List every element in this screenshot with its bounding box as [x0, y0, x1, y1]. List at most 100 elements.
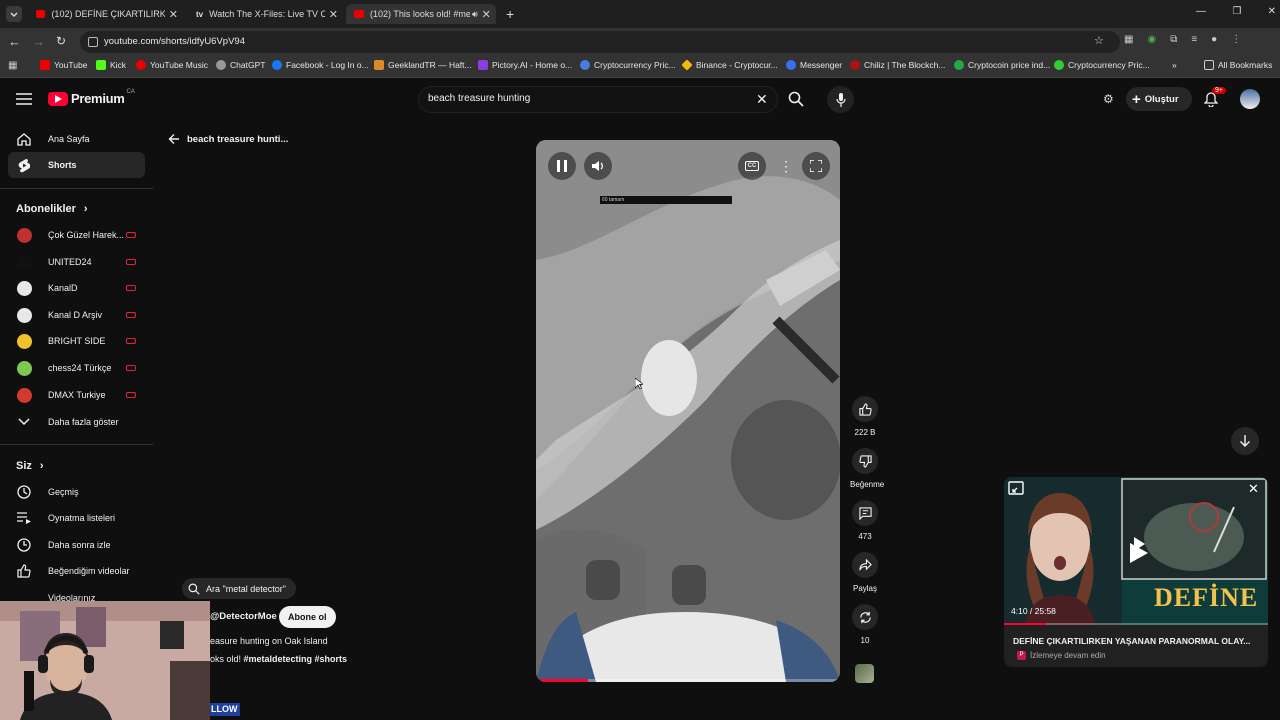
- youtube-logo[interactable]: Premium CA: [48, 89, 135, 106]
- like-button[interactable]: [852, 396, 878, 422]
- media-icon[interactable]: ≡: [1191, 34, 1197, 48]
- pause-icon: [557, 160, 567, 172]
- sidebar-item-playlists[interactable]: Oynatma listeleri: [8, 505, 145, 531]
- sidebar-item-watch-later[interactable]: Daha sonra izle: [8, 532, 145, 558]
- back-to-results-button[interactable]: beach treasure hunti...: [168, 133, 288, 145]
- tab-search-button[interactable]: [6, 6, 22, 22]
- voice-search-button[interactable]: [827, 86, 854, 113]
- extension-puzzle-icon[interactable]: ⚙︎: [1103, 92, 1114, 106]
- short-title-line-2: oks old! #metaldetecting #shorts: [210, 654, 347, 664]
- sidebar-item-home[interactable]: Ana Sayfa: [8, 126, 145, 152]
- extension-icon[interactable]: ▦: [1124, 34, 1133, 48]
- fullscreen-button[interactable]: [802, 152, 830, 180]
- browser-tab-1[interactable]: (102) DEFİNE ÇIKARTILIRKEN YA ✕: [28, 4, 178, 24]
- bookmark-pictory[interactable]: Pictory.AI - Home o...: [478, 60, 572, 70]
- bookmark-geekland[interactable]: GeeklandTR — Haft...: [374, 60, 472, 70]
- bookmark-messenger[interactable]: Messenger: [786, 60, 842, 70]
- show-more-button[interactable]: Daha fazla göster: [8, 409, 145, 435]
- notifications-button[interactable]: 9+: [1204, 87, 1226, 107]
- sidebar-subscription[interactable]: KanalD: [8, 275, 145, 301]
- comments-button[interactable]: [852, 500, 878, 526]
- more-options-button[interactable]: ⋮: [772, 152, 800, 180]
- bookmark-crypto-1[interactable]: Cryptocurrency Pric...: [580, 60, 676, 70]
- clear-search-icon[interactable]: ✕: [756, 91, 768, 108]
- hashtags[interactable]: #metaldetecting #shorts: [244, 654, 348, 664]
- create-button[interactable]: + Oluştur: [1126, 87, 1192, 111]
- related-search-chip[interactable]: Ara "metal detector": [182, 578, 296, 599]
- remix-icon: [859, 611, 871, 623]
- new-tab-button[interactable]: +: [506, 6, 514, 22]
- dislike-action[interactable]: Beğenme: [850, 448, 884, 489]
- sidebar-item-liked-videos[interactable]: Beğendiğim videolar: [8, 558, 145, 584]
- share-button[interactable]: [852, 552, 878, 578]
- short-video-player[interactable]: 60 tamam CC ⋮: [536, 140, 840, 682]
- next-short-button[interactable]: [1231, 427, 1259, 455]
- bookmark-chiliz[interactable]: Chiliz | The Blockch...: [850, 60, 945, 70]
- subscriptions-heading[interactable]: Abonelikler ›: [16, 203, 88, 215]
- progress-track[interactable]: [536, 679, 840, 682]
- sidebar-item-shorts[interactable]: Shorts: [8, 152, 145, 178]
- back-button[interactable]: ←: [8, 34, 21, 49]
- close-icon[interactable]: ✕: [329, 8, 338, 21]
- comments-action[interactable]: 473: [850, 500, 880, 541]
- sidebar-subscription[interactable]: Çok Güzel Harek...: [8, 222, 145, 248]
- you-heading[interactable]: Siz ›: [16, 460, 44, 472]
- sidebar-subscription[interactable]: DMAX Turkiye: [8, 382, 145, 408]
- bookmark-star-icon[interactable]: ☆: [1094, 34, 1104, 47]
- close-miniplayer-icon[interactable]: ✕: [1248, 481, 1259, 497]
- browser-tab-2[interactable]: tv Watch The X-Files: Live TV Chan ✕: [188, 4, 338, 24]
- apps-grid-icon[interactable]: ▦: [8, 60, 17, 71]
- bookmark-binance[interactable]: Binance - Cryptocur...: [681, 59, 778, 71]
- sidebar-item-history[interactable]: Geçmiş: [8, 479, 145, 505]
- miniplayer-progress-track[interactable]: [1004, 623, 1268, 625]
- play-icon[interactable]: [1127, 541, 1151, 565]
- close-icon[interactable]: ✕: [482, 8, 491, 21]
- sidebar-subscription[interactable]: chess24 Türkçe: [8, 355, 145, 381]
- bookmarks-overflow-icon[interactable]: »: [1172, 60, 1177, 70]
- sidebar-subscription[interactable]: Kanal D Arşiv: [8, 302, 145, 328]
- bookmark-facebook[interactable]: Facebook - Log In o...: [272, 60, 369, 70]
- window-close-icon[interactable]: ✕: [1268, 6, 1276, 20]
- crypto-icon: [580, 60, 590, 70]
- captions-button[interactable]: CC: [738, 152, 766, 180]
- bookmark-cryptocoin[interactable]: Cryptocoin price ind...: [954, 60, 1050, 70]
- hamburger-menu-icon[interactable]: [16, 93, 32, 105]
- bookmark-kick[interactable]: Kick: [96, 60, 126, 70]
- expand-miniplayer-icon[interactable]: [1008, 481, 1024, 495]
- sound-thumbnail[interactable]: [855, 664, 874, 683]
- extension-icon[interactable]: ◉: [1147, 34, 1156, 48]
- miniplayer-title[interactable]: DEFİNE ÇIKARTILIRKEN YAŞANAN PARANORMAL …: [1013, 636, 1250, 646]
- all-bookmarks[interactable]: All Bookmarks: [1204, 60, 1272, 70]
- speaker-icon[interactable]: 🔊︎: [472, 9, 478, 20]
- close-icon[interactable]: ✕: [169, 8, 178, 21]
- search-button[interactable]: [788, 91, 804, 107]
- sidebar-subscription[interactable]: UNITED24: [8, 249, 145, 275]
- forward-button[interactable]: →: [32, 34, 45, 49]
- puzzle-icon[interactable]: ⧉: [1170, 34, 1177, 48]
- minimize-icon[interactable]: —: [1196, 6, 1206, 20]
- site-info-icon[interactable]: [88, 37, 98, 47]
- thumbnail-text: DEFİNE: [1154, 583, 1259, 612]
- like-action[interactable]: 222 B: [850, 396, 880, 437]
- sidebar-subscription[interactable]: BRIGHT SIDE: [8, 328, 145, 354]
- channel-handle[interactable]: @DetectorMoe: [210, 611, 277, 622]
- subscribe-button[interactable]: Abone ol: [279, 606, 336, 628]
- account-avatar[interactable]: [1240, 89, 1260, 109]
- bookmark-chatgpt[interactable]: ChatGPT: [216, 60, 265, 70]
- pause-button[interactable]: [548, 152, 576, 180]
- profile-icon[interactable]: ●: [1211, 34, 1217, 48]
- bookmark-youtube[interactable]: YouTube: [40, 60, 87, 70]
- dislike-button[interactable]: [852, 448, 878, 474]
- remix-button[interactable]: [852, 604, 878, 630]
- share-action[interactable]: Paylaş: [850, 552, 880, 593]
- miniplayer[interactable]: DEFİNE ✕ 4:10 / 25:58 DEFİNE ÇIKARTILIRK…: [1004, 477, 1268, 667]
- bookmark-youtube-music[interactable]: YouTube Music: [136, 60, 208, 70]
- restore-icon[interactable]: ❐: [1232, 6, 1241, 20]
- browser-tab-3-active[interactable]: (102) This looks old! #meta 🔊︎ ✕: [346, 4, 496, 24]
- bookmark-crypto-2[interactable]: Cryptocurrency Pric...: [1054, 60, 1150, 70]
- menu-dots-icon[interactable]: ⋮: [1231, 34, 1241, 48]
- volume-button[interactable]: [584, 152, 612, 180]
- live-indicator-icon: [126, 285, 136, 291]
- remix-action[interactable]: 10: [850, 604, 880, 645]
- reload-button[interactable]: ↻: [56, 34, 66, 48]
